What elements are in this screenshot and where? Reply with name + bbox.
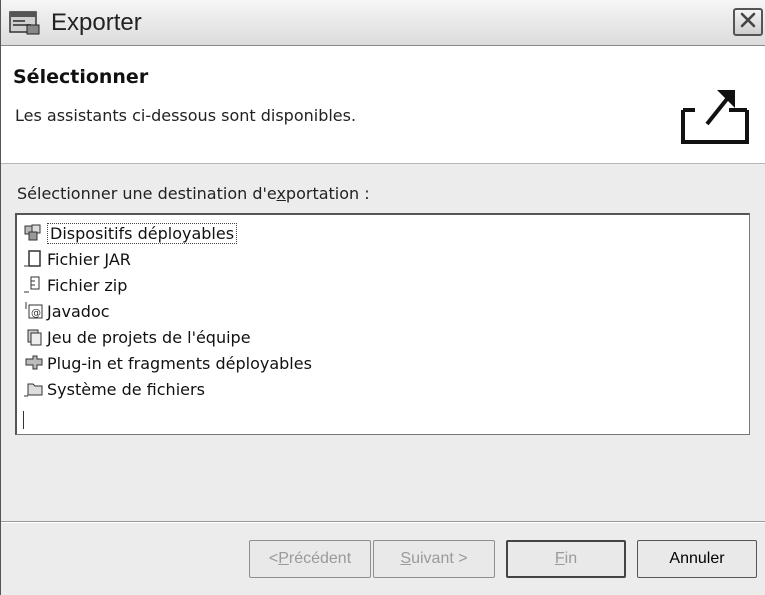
list-item-file-system[interactable]: Système de fichiers — [23, 377, 205, 401]
back-button[interactable]: < Précédent — [249, 540, 371, 578]
list-item-deployable[interactable]: Dispositifs déployables — [23, 221, 238, 245]
svg-text:@: @ — [31, 308, 41, 319]
window-title: Exporter — [51, 9, 142, 36]
page-description: Les assistants ci-dessous sont disponibl… — [15, 106, 357, 125]
page-title: Sélectionner — [13, 66, 149, 88]
list-item-jar[interactable]: Fichier JAR — [23, 247, 131, 271]
zip-file-icon — [23, 275, 45, 295]
export-destination-list[interactable]: Dispositifs déployables Fichier JAR Fich… — [15, 213, 750, 435]
close-icon — [740, 12, 756, 32]
team-project-set-icon — [23, 327, 45, 347]
list-item-zip[interactable]: Fichier zip — [23, 273, 127, 297]
list-item-plugin[interactable]: Plug-in et fragments déployables — [23, 351, 312, 375]
jar-file-icon — [23, 249, 45, 269]
destination-label: Sélectionner une destination d'exportati… — [17, 184, 370, 203]
list-item-team-project-set[interactable]: Jeu de projets de l'équipe — [23, 325, 251, 349]
cancel-button[interactable]: Annuler — [637, 540, 757, 578]
finish-button[interactable]: Fin — [506, 540, 626, 578]
deployable-icon — [23, 223, 45, 243]
plugin-icon — [23, 353, 45, 373]
title-bar[interactable]: Exporter — [1, 0, 765, 46]
window-icon — [9, 10, 41, 36]
list-empty-row-marker — [23, 411, 24, 429]
export-dialog: Exporter Sélectionner Les assistants ci-… — [0, 0, 765, 595]
folder-icon — [23, 379, 45, 399]
footer-separator — [1, 521, 765, 523]
export-wizard-icon — [677, 80, 753, 148]
javadoc-icon: @ — [23, 301, 45, 321]
next-button[interactable]: Suivant > — [373, 540, 495, 578]
close-button[interactable] — [733, 8, 763, 36]
wizard-header: Sélectionner Les assistants ci-dessous s… — [1, 46, 765, 164]
list-item-javadoc[interactable]: @ Javadoc — [23, 299, 110, 323]
